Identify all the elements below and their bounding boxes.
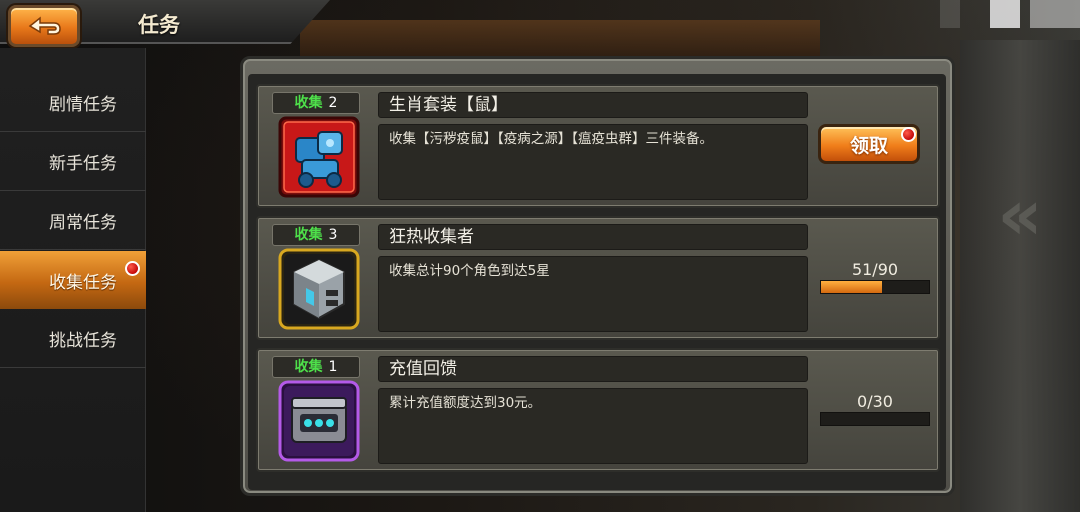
sidebar-item-label: 新手任务 — [49, 154, 117, 174]
sidebar-item-collection[interactable]: 收集任务 — [0, 251, 146, 309]
task-description: 累计充值额度达到30元。 — [378, 388, 808, 464]
system-overlay-block — [1030, 0, 1080, 28]
category-sidebar: 剧情任务 新手任务 周常任务 收集任务 挑战任务 — [0, 48, 146, 512]
sidebar-item-label: 收集任务 — [49, 272, 117, 293]
progress-bar — [820, 412, 930, 426]
task-tag: 收集 2 — [272, 92, 360, 114]
progress-text: 0/30 — [857, 392, 893, 411]
tag-label: 收集 — [294, 359, 323, 375]
task-description: 收集总计90个角色到达5星 — [378, 256, 808, 332]
task-description: 收集【污秽疫鼠】【疫病之源】【瘟疫虫群】三件装备。 — [378, 124, 808, 200]
tag-count: 2 — [328, 95, 338, 111]
sidebar-item-story[interactable]: 剧情任务 — [0, 74, 146, 132]
purple-crate-icon — [278, 380, 360, 462]
sidebar-item-challenge[interactable]: 挑战任务 — [0, 310, 146, 368]
background-chevron-decoration: « — [997, 174, 1043, 256]
silver-cube-icon — [278, 248, 360, 330]
back-button[interactable] — [8, 5, 80, 47]
sidebar-item-label: 挑战任务 — [49, 331, 117, 351]
sidebar-item-newbie[interactable]: 新手任务 — [0, 133, 146, 191]
reward-item-slot[interactable] — [278, 380, 360, 462]
progress-fill — [821, 281, 883, 293]
progress-bar — [820, 280, 930, 294]
claim-notification-badge — [901, 127, 916, 142]
tag-label: 收集 — [294, 95, 323, 111]
task-card: 收集 2 生肖套装【鼠】 收集【污秽疫鼠】【疫病之源】【瘟疫虫群】三件装备。 领取 — [256, 84, 940, 208]
task-tag: 收集 3 — [272, 224, 360, 246]
reward-item-slot[interactable] — [278, 248, 360, 330]
mech-armor-set-icon — [278, 116, 360, 198]
notification-badge — [125, 261, 140, 276]
task-card: 收集 1 充值回馈 累计充值额度达到30元。 0/30 — [256, 348, 940, 472]
tag-count: 1 — [328, 359, 338, 375]
task-title: 狂热收集者 — [378, 224, 808, 250]
return-arrow-icon — [28, 16, 61, 35]
background-door-panel — [960, 40, 1080, 512]
task-title: 生肖套装【鼠】 — [378, 92, 808, 118]
system-overlay-block — [990, 0, 1020, 28]
progress-text: 51/90 — [851, 260, 899, 279]
page-title: 任务 — [138, 13, 180, 37]
sidebar-item-label: 剧情任务 — [49, 95, 117, 115]
reward-item-slot[interactable] — [278, 116, 360, 198]
tag-label: 收集 — [294, 227, 323, 243]
sidebar-item-weekly[interactable]: 周常任务 — [0, 192, 146, 250]
tag-count: 3 — [328, 227, 338, 243]
task-card: 收集 3 狂热收集者 收集总计90个角色到达5星 51/90 — [256, 216, 940, 340]
system-overlay-block — [940, 0, 960, 28]
sidebar-item-label: 周常任务 — [49, 213, 117, 233]
task-title: 充值回馈 — [378, 356, 808, 382]
task-tag: 收集 1 — [272, 356, 360, 378]
